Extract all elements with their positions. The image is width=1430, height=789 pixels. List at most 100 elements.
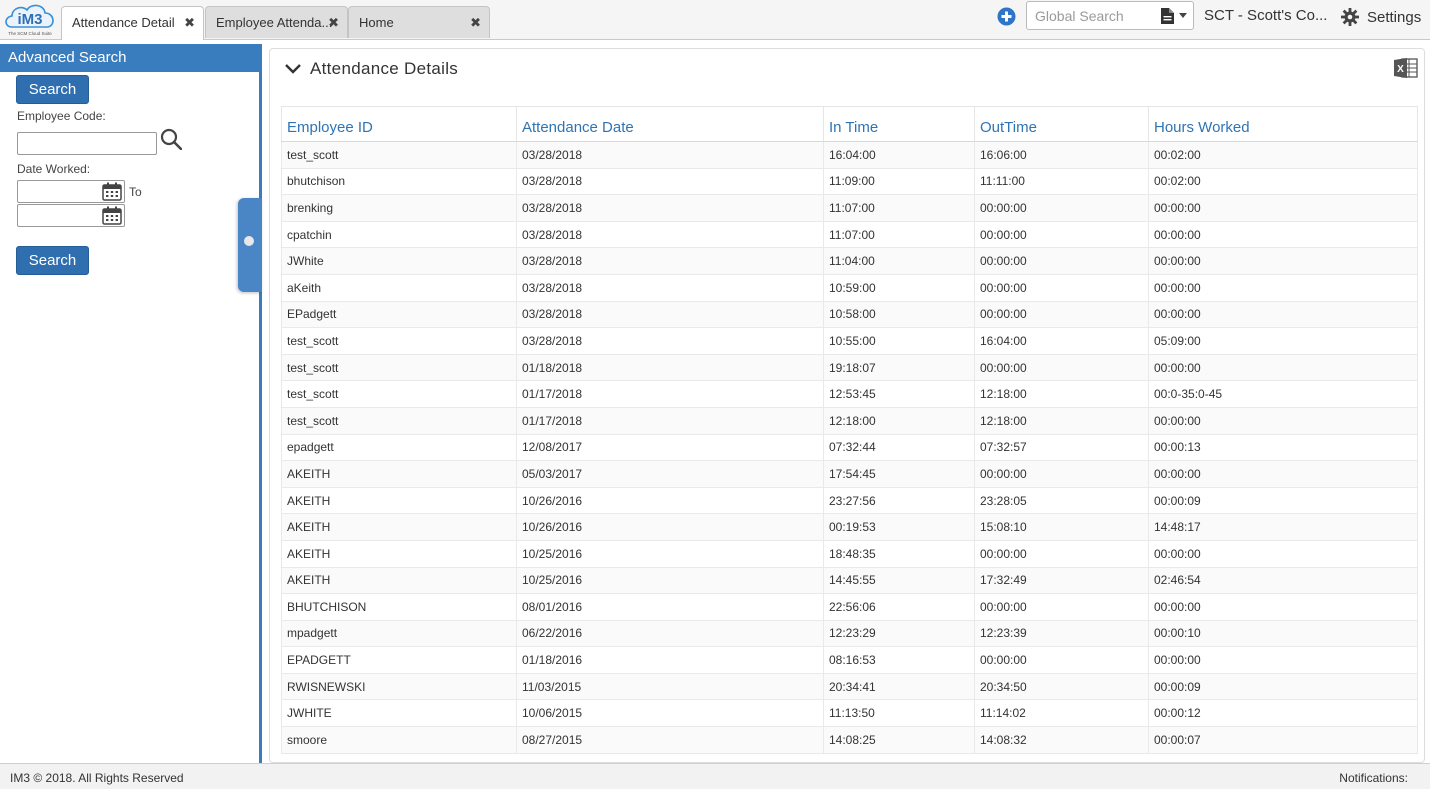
panel-toggle-handle[interactable] bbox=[238, 198, 262, 292]
calendar-icon[interactable] bbox=[102, 206, 122, 228]
chevron-down-icon[interactable] bbox=[284, 63, 302, 75]
table-row[interactable]: AKEITH 10/25/2016 18:48:35 00:00:00 00:00:00 bbox=[281, 539, 1418, 568]
cell-attendance-date: 10/26/2016 bbox=[516, 486, 824, 515]
app-logo[interactable]: iM3 The SCM Cloud Suite bbox=[2, 1, 58, 38]
search-button[interactable]: Search bbox=[16, 246, 89, 275]
to-label: To bbox=[129, 185, 142, 199]
document-icon[interactable] bbox=[1161, 8, 1174, 27]
table-row[interactable]: aKeith 03/28/2018 10:59:00 00:00:00 00:00:00 bbox=[281, 273, 1418, 302]
cell-attendance-date: 10/26/2016 bbox=[516, 513, 824, 541]
cell-hours-worked: 00:00:10 bbox=[1148, 619, 1418, 648]
svg-text:X: X bbox=[1397, 64, 1404, 75]
cell-out-time: 07:32:57 bbox=[974, 433, 1149, 462]
cell-employee-id: AKEITH bbox=[281, 513, 517, 541]
copyright-text: IM3 © 2018. All Rights Reserved bbox=[10, 771, 184, 785]
column-header-employee-id[interactable]: Employee ID bbox=[281, 106, 517, 142]
cell-in-time: 12:18:00 bbox=[823, 406, 975, 435]
table-row[interactable]: test_scott 01/17/2018 12:18:00 12:18:00 00:0… bbox=[281, 406, 1418, 435]
cell-attendance-date: 05/03/2017 bbox=[516, 460, 824, 488]
cell-attendance-date: 01/17/2018 bbox=[516, 406, 824, 435]
table-row[interactable]: mpadgett 06/22/2016 12:23:29 12:23:39 00:00:… bbox=[281, 619, 1418, 648]
table-row[interactable]: JWhite 03/28/2018 11:04:00 00:00:00 00:00:00 bbox=[281, 247, 1418, 275]
cell-in-time: 14:45:55 bbox=[823, 566, 975, 595]
tab-home[interactable]: Home ✖ bbox=[348, 6, 490, 38]
table-row[interactable]: RWISNEWSKI 11/03/2015 20:34:41 20:34:50 00:0… bbox=[281, 672, 1418, 701]
cell-out-time: 12:18:00 bbox=[974, 380, 1149, 408]
table-row[interactable]: test_scott 03/28/2018 10:55:00 16:04:00 05:0… bbox=[281, 327, 1418, 355]
advanced-search-panel: Advanced Search Search Employee Code: Da… bbox=[0, 44, 262, 763]
add-icon[interactable] bbox=[997, 7, 1016, 26]
tab-employee-attendance[interactable]: Employee Attenda... ✖ bbox=[205, 6, 348, 38]
table-row[interactable]: AKEITH 10/26/2016 00:19:53 15:08:10 14:48:17 bbox=[281, 513, 1418, 541]
table-row[interactable]: bhutchison 03/28/2018 11:09:00 11:11:00 00:0… bbox=[281, 167, 1418, 196]
cell-employee-id: JWhite bbox=[281, 247, 517, 275]
global-search[interactable] bbox=[1026, 1, 1194, 30]
cell-employee-id: AKEITH bbox=[281, 486, 517, 515]
chevron-down-icon[interactable] bbox=[1179, 13, 1187, 18]
cell-in-time: 12:23:29 bbox=[823, 619, 975, 648]
logo-tagline: The SCM Cloud Suite bbox=[8, 31, 52, 36]
cell-employee-id: smoore bbox=[281, 726, 517, 754]
cell-out-time: 00:00:00 bbox=[974, 539, 1149, 568]
cell-in-time: 11:07:00 bbox=[823, 220, 975, 249]
column-header-out-time[interactable]: OutTime bbox=[974, 106, 1149, 142]
table-row[interactable]: AKEITH 10/25/2016 14:45:55 17:32:49 02:46:54 bbox=[281, 566, 1418, 595]
column-header-attendance-date[interactable]: Attendance Date bbox=[516, 106, 824, 142]
table-row[interactable]: BHUTCHISON 08/01/2016 22:56:06 00:00:00 00:0… bbox=[281, 593, 1418, 621]
company-selector[interactable]: SCT - Scott's Co... bbox=[1204, 7, 1327, 24]
search-button-top[interactable]: Search bbox=[16, 75, 89, 104]
calendar-icon[interactable] bbox=[102, 182, 122, 204]
cell-attendance-date: 03/28/2018 bbox=[516, 167, 824, 196]
attendance-details-panel: Attendance Details X Employee ID Attenda… bbox=[269, 48, 1425, 763]
close-icon[interactable]: ✖ bbox=[184, 15, 195, 31]
cell-out-time: 14:08:32 bbox=[974, 726, 1149, 754]
table-row[interactable]: AKEITH 10/26/2016 23:27:56 23:28:05 00:00:09 bbox=[281, 486, 1418, 515]
table-row[interactable]: epadgett 12/08/2017 07:32:44 07:32:57 00:00:… bbox=[281, 433, 1418, 462]
cell-in-time: 07:32:44 bbox=[823, 433, 975, 462]
global-search-input[interactable] bbox=[1035, 6, 1155, 26]
cell-employee-id: mpadgett bbox=[281, 619, 517, 648]
table-row[interactable]: JWHITE 10/06/2015 11:13:50 11:14:02 00:00:12 bbox=[281, 699, 1418, 728]
cell-hours-worked: 00:00:09 bbox=[1148, 486, 1418, 515]
cell-out-time: 23:28:05 bbox=[974, 486, 1149, 515]
column-header-hours-worked[interactable]: Hours Worked bbox=[1148, 106, 1418, 142]
employee-code-input[interactable] bbox=[17, 132, 157, 155]
cell-hours-worked: 00:00:07 bbox=[1148, 726, 1418, 754]
table-row[interactable]: cpatchin 03/28/2018 11:07:00 00:00:00 00:00:… bbox=[281, 220, 1418, 249]
cell-attendance-date: 12/08/2017 bbox=[516, 433, 824, 462]
section-header[interactable]: Attendance Details bbox=[284, 59, 458, 79]
top-bar: iM3 The SCM Cloud Suite Attendance Detai… bbox=[0, 0, 1430, 40]
table-row[interactable]: test_scott 01/18/2018 19:18:07 00:00:00 00:0… bbox=[281, 353, 1418, 382]
tab-attendance-detail[interactable]: Attendance Detail ✖ bbox=[61, 6, 204, 40]
table-row[interactable]: AKEITH 05/03/2017 17:54:45 00:00:00 00:00:00 bbox=[281, 460, 1418, 488]
cell-employee-id: EPadgett bbox=[281, 300, 517, 329]
excel-export-icon[interactable]: X bbox=[1394, 57, 1418, 82]
cell-hours-worked: 00:00:00 bbox=[1148, 406, 1418, 435]
cell-out-time: 16:04:00 bbox=[974, 327, 1149, 355]
table-row[interactable]: test_scott 01/17/2018 12:53:45 12:18:00 00:0… bbox=[281, 380, 1418, 408]
settings-button[interactable]: Settings bbox=[1341, 7, 1421, 27]
table-row[interactable]: EPadgett 03/28/2018 10:58:00 00:00:00 00:00:… bbox=[281, 300, 1418, 329]
cell-out-time: 20:34:50 bbox=[974, 672, 1149, 701]
cell-out-time: 00:00:00 bbox=[974, 273, 1149, 302]
cell-in-time: 10:58:00 bbox=[823, 300, 975, 329]
cell-employee-id: test_scott bbox=[281, 353, 517, 382]
cell-attendance-date: 03/28/2018 bbox=[516, 327, 824, 355]
close-icon[interactable]: ✖ bbox=[470, 15, 481, 31]
search-icon[interactable] bbox=[160, 128, 183, 153]
table-row[interactable]: brenking 03/28/2018 11:07:00 00:00:00 00:00:… bbox=[281, 194, 1418, 222]
cell-out-time: 11:11:00 bbox=[974, 167, 1149, 196]
cell-employee-id: bhutchison bbox=[281, 167, 517, 196]
cell-in-time: 11:07:00 bbox=[823, 194, 975, 222]
gear-icon bbox=[1341, 8, 1359, 26]
notifications-link[interactable]: Notifications: bbox=[1339, 771, 1408, 785]
column-header-in-time[interactable]: In Time bbox=[823, 106, 975, 142]
table-row[interactable]: test_scott 03/28/2018 16:04:00 16:06:00 00:0… bbox=[281, 141, 1418, 169]
cell-employee-id: test_scott bbox=[281, 327, 517, 355]
close-icon[interactable]: ✖ bbox=[328, 15, 339, 31]
cell-in-time: 14:08:25 bbox=[823, 726, 975, 754]
cell-hours-worked: 00:00:00 bbox=[1148, 353, 1418, 382]
table-row[interactable]: smoore 08/27/2015 14:08:25 14:08:32 00:00:07 bbox=[281, 726, 1418, 754]
table-row[interactable]: EPADGETT 01/18/2016 08:16:53 00:00:00 00:00:… bbox=[281, 646, 1418, 674]
cell-attendance-date: 06/22/2016 bbox=[516, 619, 824, 648]
